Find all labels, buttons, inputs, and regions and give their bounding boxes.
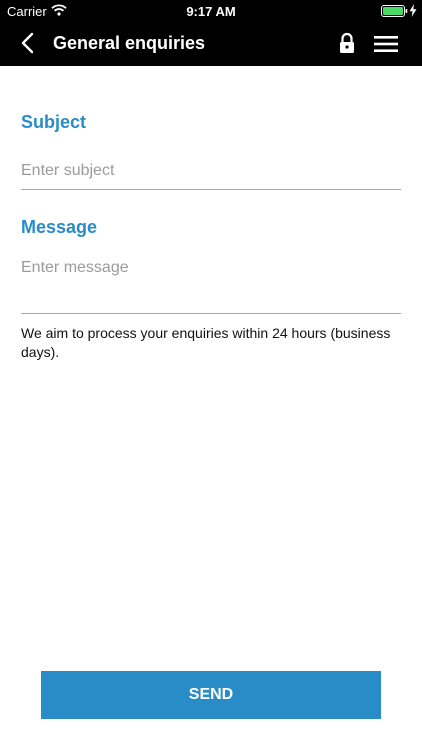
subject-input[interactable] (21, 152, 401, 190)
charging-bolt-icon (409, 4, 417, 17)
message-input[interactable] (21, 259, 401, 314)
battery-charging-icon (381, 5, 408, 17)
status-bar: Carrier 9:17 AM (0, 0, 422, 22)
status-time: 9:17 AM (186, 4, 236, 19)
page-title: General enquiries (53, 33, 206, 53)
hamburger-menu-icon[interactable] (374, 34, 398, 54)
processing-time-note: We aim to process your enquiries within … (21, 325, 391, 360)
subject-label: Subject (21, 112, 87, 132)
top-bar: Carrier 9:17 AM General enquiries (0, 0, 422, 66)
send-button[interactable]: SEND (41, 671, 381, 719)
nav-bar: General enquiries (0, 22, 422, 66)
lock-icon[interactable] (338, 32, 356, 54)
message-label: Message (21, 217, 98, 237)
back-chevron-icon[interactable] (18, 31, 38, 55)
